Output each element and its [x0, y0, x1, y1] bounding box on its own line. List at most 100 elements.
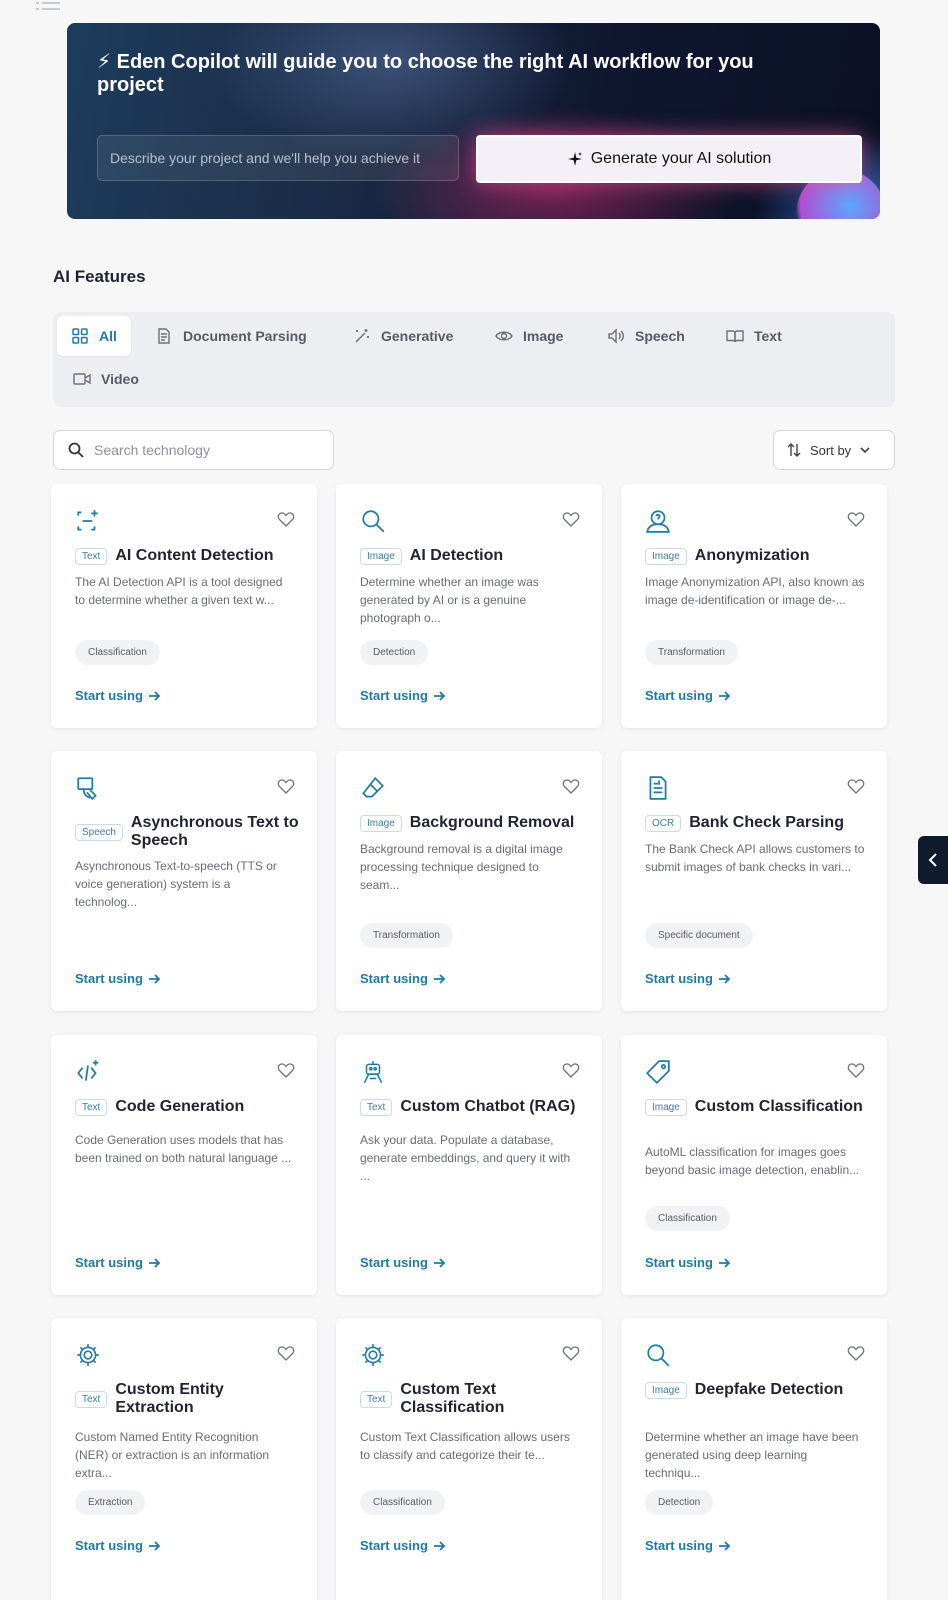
gear-icon [362, 1344, 384, 1366]
category-badge: Text [360, 1098, 393, 1116]
chevron-down-icon [860, 447, 870, 454]
start-using-label: Start using [645, 688, 713, 703]
arrow-right-icon [718, 690, 731, 701]
category-badge: Image [645, 1381, 687, 1399]
heart-icon[interactable] [562, 510, 580, 528]
card-header: Text AI Content Detection [75, 547, 301, 565]
tab-label: Generative [381, 328, 454, 344]
start-using-link[interactable]: Start using [645, 688, 731, 703]
start-using-link[interactable]: Start using [75, 1538, 161, 1553]
arrow-right-icon [148, 690, 161, 701]
card-header: Image AI Detection [360, 547, 586, 565]
start-using-link[interactable]: Start using [75, 688, 161, 703]
card-tag: Classification [75, 640, 160, 665]
section-title: AI Features [53, 267, 146, 286]
card-header: Image Background Removal [360, 814, 586, 832]
tab-all[interactable]: All [57, 316, 131, 356]
card-tag: Specific document [645, 923, 753, 948]
grid-icon [72, 328, 88, 344]
card-tag: Classification [360, 1490, 445, 1515]
category-badge: Text [75, 547, 108, 565]
sort-dropdown[interactable]: Sort by [773, 430, 895, 470]
start-using-link[interactable]: Start using [645, 971, 731, 986]
card-header: Text Custom Chatbot (RAG) [360, 1098, 586, 1116]
arrow-right-icon [718, 1540, 731, 1551]
tab-image[interactable]: Image [481, 316, 577, 356]
feature-card[interactable]: Speech Asynchronous Text to Speech Async… [51, 751, 317, 1011]
arrow-right-icon [718, 1257, 731, 1268]
card-tag: Transformation [360, 923, 453, 948]
anonymous-user-icon [646, 510, 670, 533]
copilot-banner: ⚡ Eden Copilot will guide you to choose … [67, 23, 880, 219]
arrow-right-icon [148, 973, 161, 984]
magnifier-icon [647, 1344, 670, 1367]
card-title: Background Removal [409, 814, 575, 831]
chevron-left-icon [928, 853, 937, 867]
start-using-label: Start using [75, 1255, 143, 1270]
heart-icon[interactable] [277, 1344, 295, 1362]
card-header: Text Custom Entity Extraction [75, 1381, 301, 1417]
feature-card[interactable]: Text Code Generation Code Generation use… [51, 1035, 317, 1295]
tab-label: Text [754, 328, 782, 344]
start-using-link[interactable]: Start using [75, 1255, 161, 1270]
card-description: Custom Named Entity Recognition (NER) or… [75, 1430, 270, 1480]
feature-card[interactable]: Image Deepfake Detection Determine wheth… [621, 1318, 887, 1600]
arrow-right-icon [433, 1257, 446, 1268]
tab-generative[interactable]: Generative [339, 316, 467, 356]
start-using-link[interactable]: Start using [75, 971, 161, 986]
tab-document-parsing[interactable]: Document Parsing [141, 316, 321, 356]
start-using-link[interactable]: Start using [360, 688, 446, 703]
feature-card[interactable]: Image AI Detection Determine whether an … [336, 484, 602, 728]
tab-label: Video [101, 371, 139, 387]
heart-icon[interactable] [847, 777, 865, 795]
feature-card[interactable]: Text AI Content Detection The AI Detecti… [51, 484, 317, 728]
tab-text[interactable]: Text [712, 316, 796, 356]
feature-card[interactable]: OCR Bank Check Parsing The Bank Check AP… [621, 751, 887, 1011]
card-description: The AI Detection API is a tool designed … [75, 575, 283, 607]
start-using-link[interactable]: Start using [645, 1255, 731, 1270]
sidebar-toggle-button[interactable] [918, 836, 948, 884]
start-using-label: Start using [75, 971, 143, 986]
heart-icon[interactable] [277, 777, 295, 795]
card-header: Speech Asynchronous Text to Speech [75, 814, 301, 850]
category-badge: Image [645, 547, 687, 565]
tab-speech[interactable]: Speech [593, 316, 699, 356]
heart-icon[interactable] [562, 1061, 580, 1079]
start-using-link[interactable]: Start using [360, 971, 446, 986]
heart-icon[interactable] [847, 1344, 865, 1362]
category-badge: Image [360, 814, 402, 832]
start-using-link[interactable]: Start using [360, 1538, 446, 1553]
card-title: Custom Classification [694, 1098, 863, 1115]
tab-video[interactable]: Video [59, 359, 153, 399]
feature-card[interactable]: Image Anonymization Image Anonymization … [621, 484, 887, 728]
feature-card[interactable]: Text Custom Entity Extraction Custom Nam… [51, 1318, 317, 1600]
heart-icon[interactable] [277, 1061, 295, 1079]
start-using-link[interactable]: Start using [360, 1255, 446, 1270]
generate-solution-button[interactable]: Generate your AI solution [476, 135, 862, 183]
card-description: Custom Text Classification allows users … [360, 1430, 570, 1462]
start-using-label: Start using [645, 1538, 713, 1553]
book-icon [726, 330, 744, 343]
card-tag: Detection [360, 640, 429, 665]
sparkle-icon [567, 152, 582, 166]
sort-label: Sort by [810, 442, 852, 458]
feature-card[interactable]: Text Custom Chatbot (RAG) Ask your data.… [336, 1035, 602, 1295]
feature-card[interactable]: Image Background Removal Background remo… [336, 751, 602, 1011]
project-description-input[interactable] [97, 135, 459, 181]
category-badge: Text [75, 1098, 108, 1116]
heart-icon[interactable] [562, 777, 580, 795]
card-title: AI Content Detection [115, 547, 274, 564]
heart-icon[interactable] [847, 510, 865, 528]
feature-card[interactable]: Text Custom Text Classification Custom T… [336, 1318, 602, 1600]
search-input[interactable] [94, 442, 314, 458]
heart-icon[interactable] [847, 1061, 865, 1079]
speech-icon [77, 777, 97, 801]
card-title: Custom Chatbot (RAG) [400, 1098, 576, 1115]
heart-icon[interactable] [277, 510, 295, 528]
document-icon [158, 328, 170, 344]
start-using-link[interactable]: Start using [645, 1538, 731, 1553]
heart-icon[interactable] [562, 1344, 580, 1362]
card-description: Determine whether an image have been gen… [645, 1430, 859, 1480]
menu-icon[interactable] [36, 0, 62, 12]
feature-card[interactable]: Image Custom Classification AutoML class… [621, 1035, 887, 1295]
